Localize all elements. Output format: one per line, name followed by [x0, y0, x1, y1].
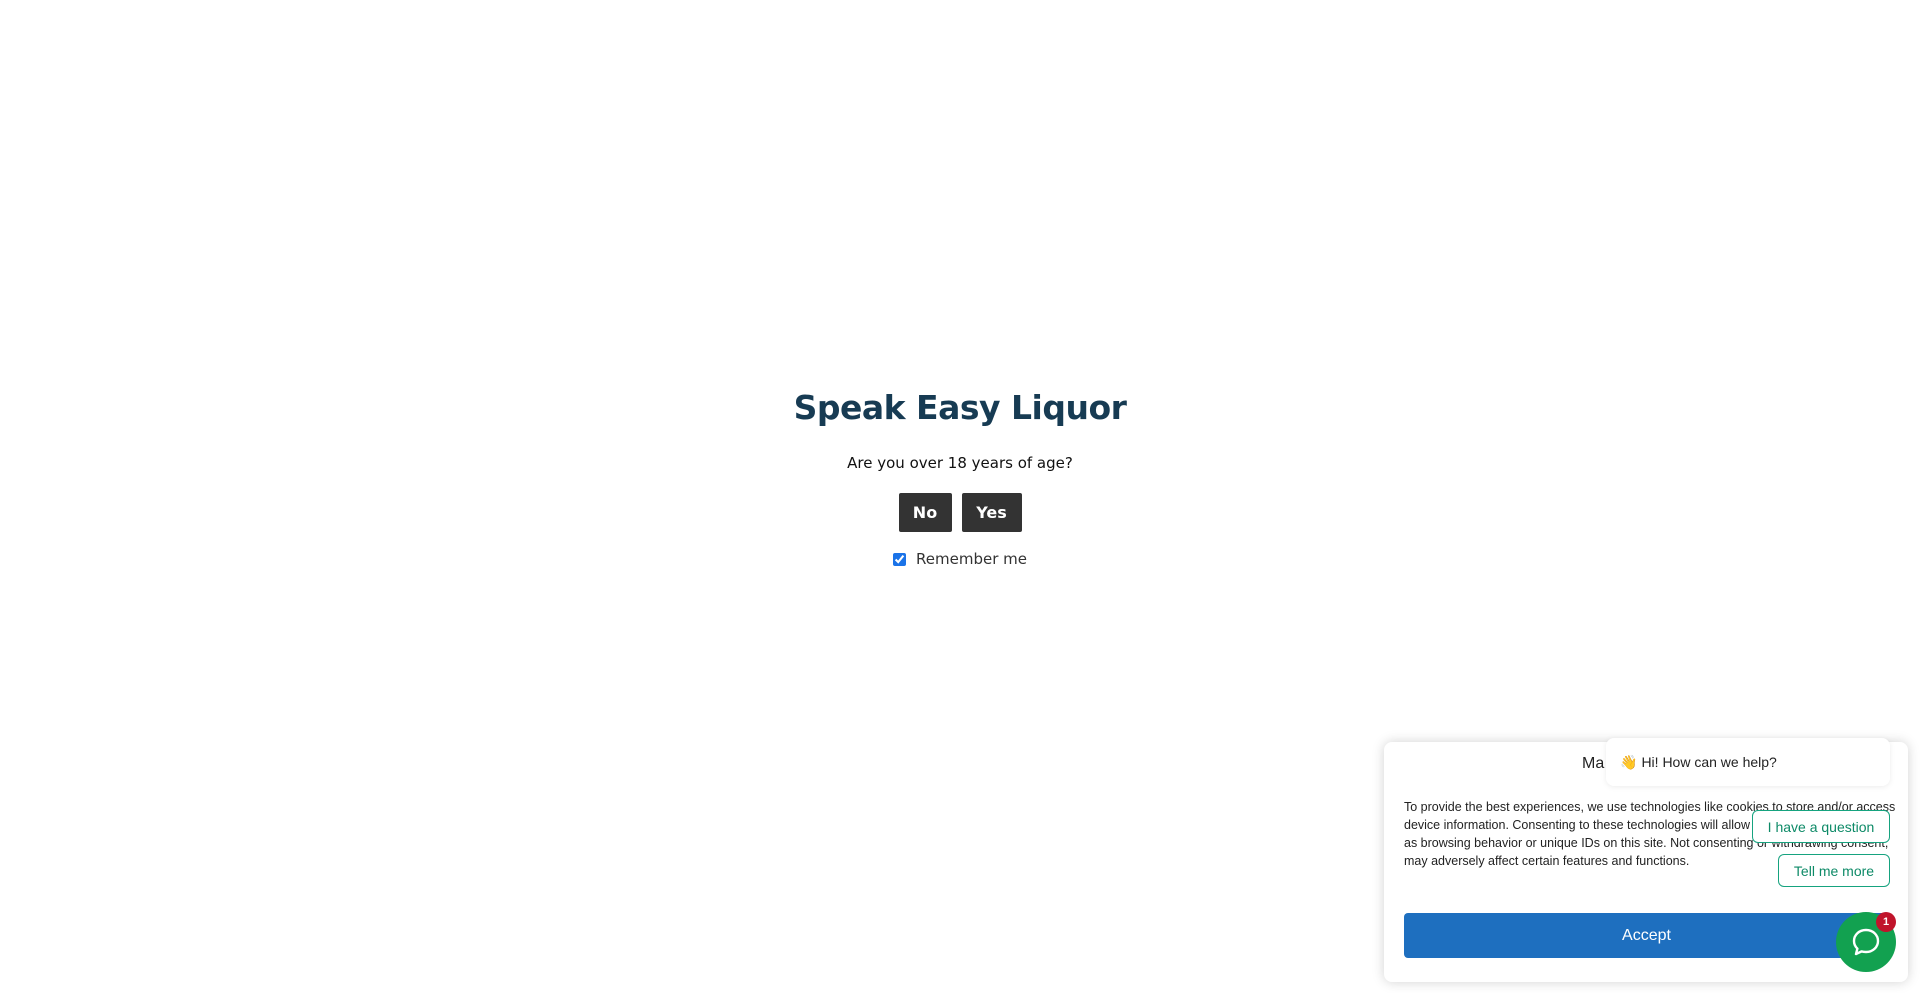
remember-me[interactable]: Remember me [0, 548, 1920, 570]
remember-me-checkbox[interactable] [893, 552, 907, 566]
accept-button[interactable]: Accept [1404, 913, 1889, 958]
chat-bubble-icon [1852, 928, 1880, 956]
chat-option-tell-more[interactable]: Tell me more [1778, 854, 1890, 887]
age-buttons: No Yes [0, 493, 1920, 532]
notification-badge: 1 [1876, 912, 1896, 932]
age-question: Are you over 18 years of age? [847, 454, 1073, 472]
cookie-title: Ma [1582, 755, 1605, 772]
remember-me-label: Remember me [916, 550, 1027, 568]
site-title: Speak Easy Liquor [793, 388, 1127, 427]
no-button[interactable]: No [898, 493, 952, 532]
waving-hand-icon: 👋 [1620, 753, 1638, 770]
yes-button[interactable]: Yes [961, 493, 1022, 532]
chat-option-question[interactable]: I have a question [1752, 810, 1890, 843]
chat-greeting-text: Hi! How can we help? [1641, 754, 1777, 770]
chat-greeting: 👋 Hi! How can we help? [1606, 738, 1890, 786]
age-verification-gate: Speak Easy Liquor Are you over 18 years … [0, 378, 1920, 570]
